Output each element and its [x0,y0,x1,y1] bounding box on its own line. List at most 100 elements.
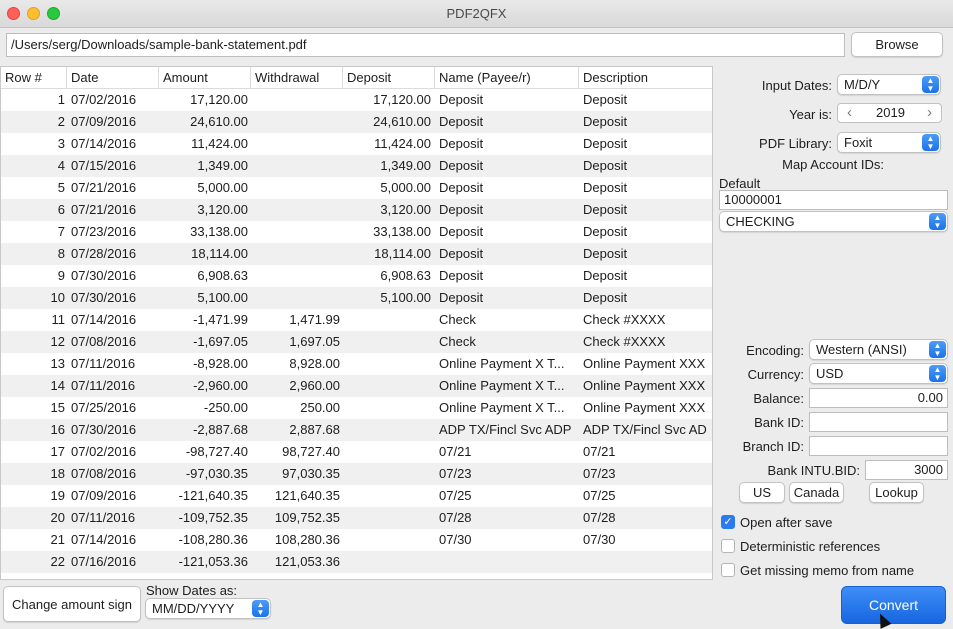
open-after-save-checkbox[interactable]: ✓ [721,515,735,529]
amount-cell[interactable]: 6,908.63 [161,265,248,287]
transactions-table[interactable]: Row # Date Amount Withdrawal Deposit Nam… [0,66,713,580]
withdrawal-cell[interactable]: 98,727.40 [251,441,340,463]
deposit-cell[interactable]: 18,114.00 [343,243,431,265]
withdrawal-cell[interactable] [251,265,340,287]
payee-name-cell[interactable]: Deposit [439,155,577,177]
deposit-cell[interactable]: 11,424.00 [343,133,431,155]
payee-name-cell[interactable]: Check [439,331,577,353]
description-cell[interactable]: 07/28 [583,507,712,529]
payee-name-cell[interactable]: Deposit [439,243,577,265]
deterministic-references-checkbox[interactable] [721,539,735,553]
date-cell[interactable]: 07/21/2016 [71,177,159,199]
description-cell[interactable]: 07/25 [583,485,712,507]
deposit-cell[interactable] [343,507,431,529]
withdrawal-cell[interactable] [251,111,340,133]
amount-cell[interactable]: -2,887.68 [161,419,248,441]
bank-id-input[interactable] [809,412,948,432]
withdrawal-cell[interactable] [251,287,340,309]
withdrawal-cell[interactable]: 121,053.36 [251,551,340,573]
chevron-left-icon[interactable]: ‹ [847,104,852,122]
payee-name-cell[interactable]: Online Payment X T... [439,375,577,397]
amount-cell[interactable]: -1,471.99 [161,309,248,331]
year-stepper[interactable]: ‹ 2019 › [837,103,942,123]
date-cell[interactable]: 07/30/2016 [71,265,159,287]
change-amount-sign-button[interactable]: Change amount sign [3,586,141,622]
date-cell[interactable]: 07/21/2016 [71,199,159,221]
deposit-cell[interactable] [343,375,431,397]
table-row[interactable]: 1 07/02/2016 17,120.00 17,120.00 Deposit Depo… [1,89,712,111]
amount-cell[interactable]: 3,120.00 [161,199,248,221]
description-cell[interactable]: Online Payment XXX [583,397,712,419]
date-cell[interactable]: 07/08/2016 [71,463,159,485]
payee-name-cell[interactable]: Online Payment X T... [439,397,577,419]
amount-cell[interactable]: -250.00 [161,397,248,419]
payee-name-cell[interactable]: Deposit [439,265,577,287]
balance-input[interactable]: 0.00 [809,388,948,408]
date-cell[interactable]: 07/11/2016 [71,353,159,375]
withdrawal-cell[interactable] [251,221,340,243]
date-cell[interactable]: 07/14/2016 [71,133,159,155]
amount-cell[interactable]: -109,752.35 [161,507,248,529]
withdrawal-cell[interactable]: 1,471.99 [251,309,340,331]
table-row[interactable]: 21 07/14/2016 -108,280.36 108,280.36 07/30 07… [1,529,712,551]
row-number-cell[interactable]: 18 [1,463,65,485]
table-row[interactable]: 11 07/14/2016 -1,471.99 1,471.99 Check Check … [1,309,712,331]
date-cell[interactable]: 07/09/2016 [71,485,159,507]
deposit-cell[interactable] [343,463,431,485]
row-number-cell[interactable]: 22 [1,551,65,573]
withdrawal-cell[interactable] [251,199,340,221]
amount-cell[interactable]: -1,697.05 [161,331,248,353]
payee-name-cell[interactable]: ADP TX/Fincl Svc ADP [439,419,577,441]
account-type-select[interactable]: CHECKING ▲ ▼ [719,211,948,232]
deposit-cell[interactable]: 3,120.00 [343,199,431,221]
account-id-input[interactable]: 10000001 [719,190,948,210]
row-number-cell[interactable]: 3 [1,133,65,155]
table-row[interactable]: 15 07/25/2016 -250.00 250.00 Online Payment … [1,397,712,419]
branch-id-input[interactable] [809,436,948,456]
payee-name-cell[interactable]: Check [439,309,577,331]
table-row[interactable]: 7 07/23/2016 33,138.00 33,138.00 Deposit Depo… [1,221,712,243]
deposit-cell[interactable]: 24,610.00 [343,111,431,133]
payee-name-cell[interactable]: Deposit [439,111,577,133]
withdrawal-cell[interactable]: 2,960.00 [251,375,340,397]
row-number-cell[interactable]: 8 [1,243,65,265]
description-cell[interactable] [583,551,712,573]
description-cell[interactable]: Check #XXXX [583,331,712,353]
payee-name-cell[interactable]: Deposit [439,177,577,199]
table-row[interactable]: 12 07/08/2016 -1,697.05 1,697.05 Check Check … [1,331,712,353]
row-number-cell[interactable]: 1 [1,89,65,111]
deposit-cell[interactable] [343,441,431,463]
deposit-cell[interactable] [343,419,431,441]
deposit-cell[interactable]: 6,908.63 [343,265,431,287]
canada-button[interactable]: Canada [789,482,844,503]
withdrawal-cell[interactable] [251,133,340,155]
row-number-cell[interactable]: 5 [1,177,65,199]
us-button[interactable]: US [739,482,785,503]
table-row[interactable]: 9 07/30/2016 6,908.63 6,908.63 Deposit Deposi… [1,265,712,287]
amount-cell[interactable]: 11,424.00 [161,133,248,155]
withdrawal-cell[interactable] [251,89,340,111]
date-cell[interactable]: 07/15/2016 [71,155,159,177]
date-cell[interactable]: 07/30/2016 [71,287,159,309]
date-cell[interactable]: 07/14/2016 [71,309,159,331]
payee-name-cell[interactable]: 07/21 [439,441,577,463]
currency-select[interactable]: USD ▲ ▼ [809,363,948,384]
amount-cell[interactable]: 1,349.00 [161,155,248,177]
table-row[interactable]: 13 07/11/2016 -8,928.00 8,928.00 Online Paym… [1,353,712,375]
description-cell[interactable]: Deposit [583,89,712,111]
table-row[interactable]: 3 07/14/2016 11,424.00 11,424.00 Deposit Depo… [1,133,712,155]
amount-cell[interactable]: -121,053.36 [161,551,248,573]
deposit-cell[interactable]: 33,138.00 [343,221,431,243]
table-row[interactable]: 22 07/16/2016 -121,053.36 121,053.36 [1,551,712,573]
col-header-name[interactable]: Name (Payee/r) [435,67,579,89]
payee-name-cell[interactable]: 07/25 [439,485,577,507]
date-cell[interactable]: 07/14/2016 [71,529,159,551]
description-cell[interactable]: ADP TX/Fincl Svc AD [583,419,712,441]
date-cell[interactable]: 07/11/2016 [71,375,159,397]
row-number-cell[interactable]: 16 [1,419,65,441]
withdrawal-cell[interactable]: 250.00 [251,397,340,419]
pdf-path-input[interactable]: /Users/serg/Downloads/sample-bank-statem… [6,33,845,57]
col-header-withdrawal[interactable]: Withdrawal [251,67,343,89]
payee-name-cell[interactable]: Online Payment X T... [439,353,577,375]
description-cell[interactable]: Deposit [583,243,712,265]
